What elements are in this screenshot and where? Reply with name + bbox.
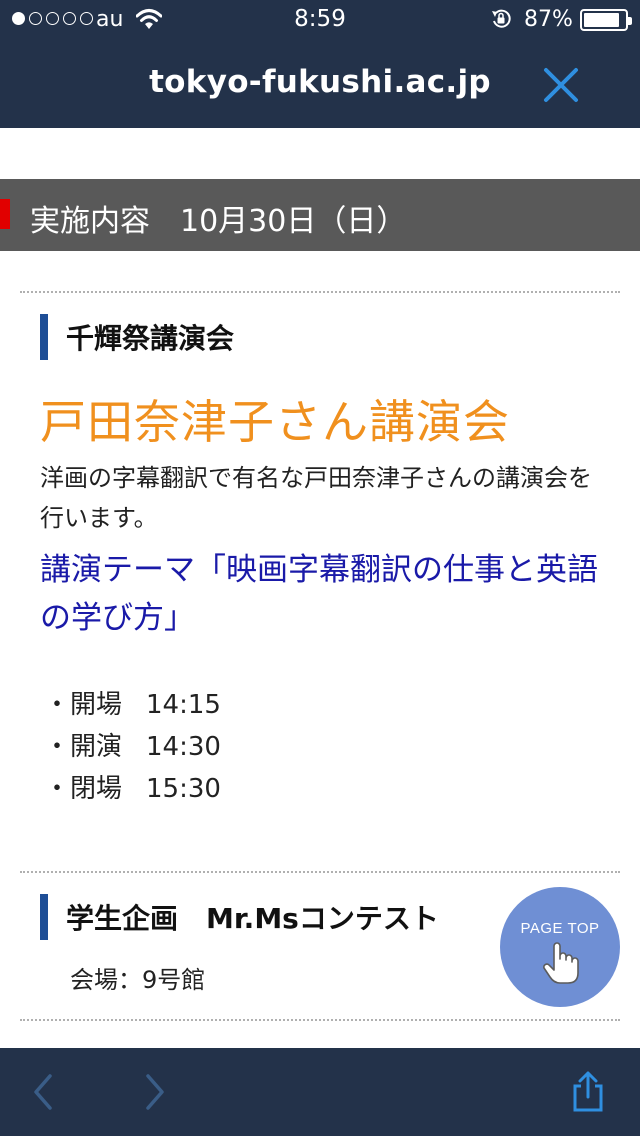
divider — [20, 291, 620, 293]
status-bar: au 8:59 87% — [0, 0, 640, 40]
schedule-time: 14:15 — [146, 690, 221, 720]
section-header: 実施内容 10月30日（日） — [0, 179, 640, 251]
lecture-theme: 講演テーマ「映画字幕翻訳の仕事と英語の学び方」 — [40, 552, 598, 636]
section-accent-mark — [0, 199, 10, 229]
battery-percentage: 87% — [524, 7, 573, 32]
top-bar: au 8:59 87% tokyo-fukushi.ac.jp — [0, 0, 640, 128]
divider — [20, 871, 620, 873]
battery-nub — [628, 17, 632, 25]
share-icon[interactable] — [566, 1070, 610, 1114]
schedule-time: 14:30 — [146, 732, 221, 762]
close-icon[interactable] — [542, 66, 580, 104]
contest-heading: 学生企画 Mr.Msコンテスト — [40, 894, 439, 940]
schedule-label: ・閉場 — [44, 774, 123, 804]
hand-pointer-icon — [543, 942, 579, 984]
lecture-description: 洋画の字幕翻訳で有名な戸田奈津子さんの講演会を行います。 — [40, 464, 592, 532]
page-top-button[interactable]: PAGE TOP — [500, 887, 620, 1007]
contest-venue: 会場：9号館 — [70, 966, 206, 994]
page-top-label: PAGE TOP — [520, 920, 600, 937]
lecture-category: 千輝祭講演会 — [66, 322, 235, 355]
heading-bar — [40, 894, 48, 940]
bottom-toolbar — [0, 1048, 640, 1136]
back-arrow-icon[interactable] — [28, 1072, 58, 1112]
schedule-item: ・閉場 15:30 — [44, 768, 221, 810]
schedule-list: ・開場 14:15 ・開演 14:30 ・閉場 15:30 — [44, 684, 221, 810]
divider — [20, 1019, 620, 1021]
schedule-item: ・開場 14:15 — [44, 684, 221, 726]
schedule-label: ・開場 — [44, 690, 123, 720]
contest-title: 学生企画 Mr.Msコンテスト — [66, 902, 439, 935]
lecture-heading: 千輝祭講演会 — [40, 314, 234, 360]
battery-level — [584, 13, 619, 27]
lecture-title: 戸田奈津子さん講演会 — [40, 395, 510, 449]
battery-icon — [580, 9, 632, 31]
schedule-label: ・開演 — [44, 732, 123, 762]
schedule-time: 15:30 — [146, 774, 221, 804]
schedule-item: ・開演 14:30 — [44, 726, 221, 768]
forward-arrow-icon[interactable] — [140, 1072, 170, 1112]
section-title: 実施内容 10月30日（日） — [30, 204, 407, 239]
rotation-lock-icon — [492, 9, 511, 28]
heading-bar — [40, 314, 48, 360]
